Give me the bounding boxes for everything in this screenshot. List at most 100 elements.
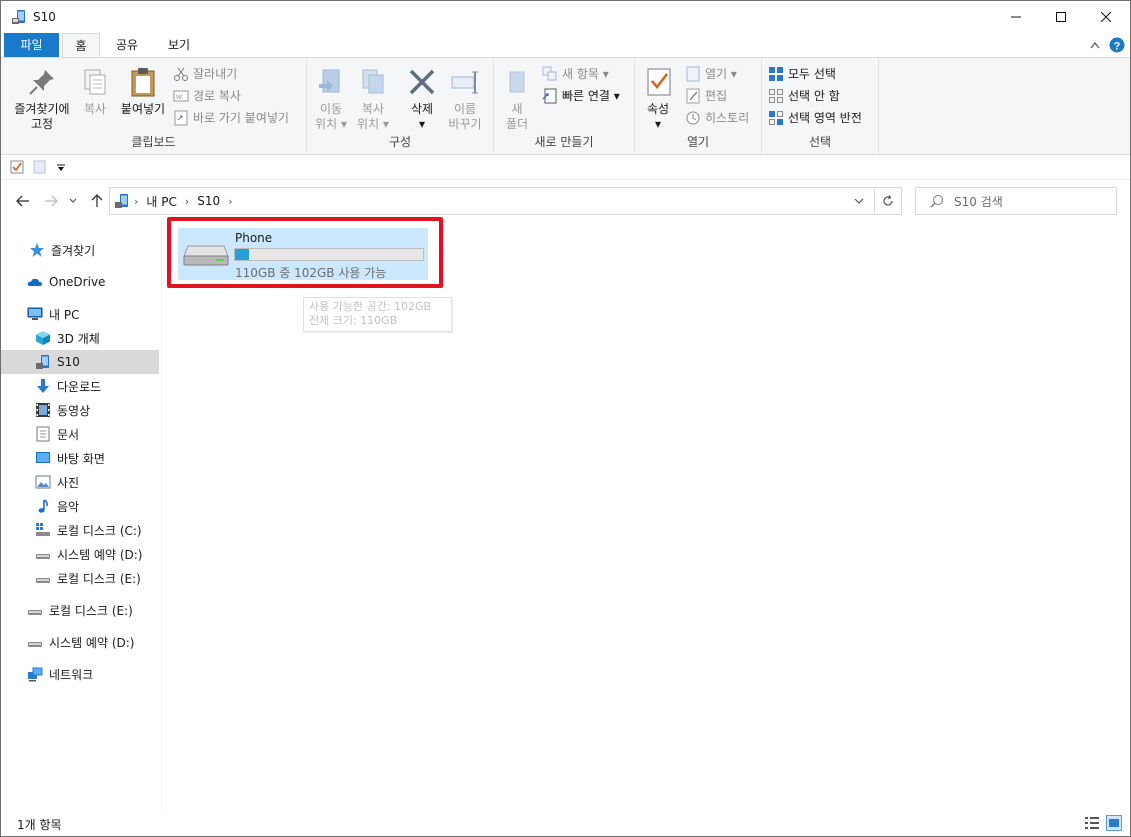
new-folder-qat-icon[interactable] — [33, 160, 47, 174]
nav-desktop[interactable]: 바탕 화면 — [1, 446, 159, 470]
network-icon — [28, 667, 43, 682]
breadcrumb-s10[interactable]: S10 — [197, 194, 220, 208]
nav-label: 동영상 — [57, 403, 91, 418]
cut-button[interactable]: 잘라내기 — [173, 64, 237, 84]
edit-icon — [686, 88, 700, 104]
nav-local-disk-e[interactable]: 로컬 디스크 (E:) — [1, 566, 159, 590]
open-button[interactable]: 열기 ▾ — [685, 64, 737, 84]
system-drive-icon — [36, 523, 50, 536]
phone-device-icon — [12, 10, 25, 24]
invert-selection-icon — [769, 111, 783, 125]
back-arrow-icon — [16, 195, 29, 207]
paste-shortcut-button[interactable]: 바로 가기 붙여넣기 — [173, 108, 289, 128]
nav-local-disk-c[interactable]: 로컬 디스크 (C:) — [1, 518, 159, 542]
forward-button[interactable] — [41, 191, 61, 211]
nav-reserved-d[interactable]: 시스템 예약 (D:) — [1, 542, 159, 566]
edit-button[interactable]: 편집 — [685, 86, 727, 106]
cut-label: 잘라내기 — [193, 67, 238, 81]
nav-music[interactable]: 음악 — [1, 494, 159, 518]
up-button[interactable] — [87, 191, 107, 211]
customize-qat-icon[interactable] — [57, 164, 65, 172]
recent-locations-button[interactable] — [67, 191, 79, 211]
rename-label-2: 바꾸기 — [448, 117, 482, 131]
open-label: 열기 — [705, 67, 728, 81]
paste-button[interactable]: 붙여넣기 — [117, 66, 169, 117]
highlight-box — [167, 217, 443, 288]
close-button[interactable] — [1083, 1, 1129, 33]
navigation-pane: 즐겨찾기 OneDrive 내 PC 3D 개체 S10 다운로드 동영상 문서… — [1, 223, 162, 809]
move-label-2: 위치 — [315, 117, 338, 131]
large-icons-view-icon[interactable] — [1106, 815, 1122, 831]
delete-button[interactable]: 삭제 ▾ — [405, 66, 439, 132]
star-icon — [30, 243, 44, 257]
copy-icon — [84, 69, 106, 95]
move-to-button[interactable]: 이동 위치 ▾ — [313, 66, 349, 132]
nav-label: 시스템 예약 (D:) — [49, 635, 135, 650]
details-view-icon[interactable] — [1084, 816, 1100, 830]
svg-text:W:: W: — [176, 95, 184, 101]
pin-icon — [29, 70, 54, 95]
rename-button[interactable]: 이름 바꾸기 — [445, 66, 485, 132]
nav-pictures[interactable]: 사진 — [1, 470, 159, 494]
tab-home[interactable]: 홈 — [62, 33, 100, 58]
nav-this-pc[interactable]: 내 PC — [1, 302, 159, 326]
invert-selection-label: 선택 영역 반전 — [788, 111, 862, 125]
tab-file[interactable]: 파일 — [4, 33, 59, 57]
refresh-button[interactable] — [874, 187, 902, 215]
minimize-icon — [1011, 16, 1021, 18]
nav-onedrive[interactable]: OneDrive — [1, 270, 159, 294]
invert-selection-button[interactable]: 선택 영역 반전 — [768, 108, 862, 128]
back-button[interactable] — [13, 191, 33, 211]
select-none-icon — [769, 89, 783, 103]
nav-label: 음악 — [57, 499, 80, 514]
nav-label: 로컬 디스크 (C:) — [57, 523, 142, 538]
breadcrumb-this-pc[interactable]: 내 PC — [146, 193, 176, 210]
tab-view[interactable]: 보기 — [156, 33, 202, 57]
desktop-icon — [36, 452, 50, 463]
easy-access-button[interactable]: 빠른 연결 ▾ — [542, 86, 620, 106]
nav-videos[interactable]: 동영상 — [1, 398, 159, 422]
copy-button[interactable]: 복사 — [78, 66, 112, 117]
maximize-button[interactable] — [1038, 1, 1084, 33]
search-box[interactable]: S10 검색 — [915, 187, 1117, 215]
tooltip-free-space: 사용 가능한 공간: 102GB — [309, 300, 432, 313]
nav-documents[interactable]: 문서 — [1, 422, 159, 446]
pin-quick-access-button[interactable]: 즐겨찾기에 고정 — [9, 66, 75, 132]
delete-x-icon — [409, 69, 435, 95]
history-button[interactable]: 히스토리 — [685, 108, 749, 128]
address-dropdown-icon[interactable] — [854, 198, 864, 205]
new-item-button[interactable]: 새 항목 ▾ — [542, 64, 609, 84]
nav-3d-objects[interactable]: 3D 개체 — [1, 326, 159, 350]
properties-button[interactable]: 속성 ▾ — [643, 66, 673, 132]
svg-text:?: ? — [1114, 41, 1121, 53]
nav-local-disk-e-2[interactable]: 로컬 디스크 (E:) — [1, 598, 159, 622]
drive-tooltip: 사용 가능한 공간: 102GB 전체 크기: 110GB — [303, 297, 452, 332]
nav-network[interactable]: 네트워크 — [1, 662, 159, 686]
copy-label: 복사 — [83, 102, 107, 116]
address-bar[interactable]: › 내 PC › S10 › — [109, 187, 875, 215]
tab-share[interactable]: 공유 — [104, 33, 150, 57]
new-folder-button[interactable]: 새 폴더 — [502, 66, 532, 132]
nav-downloads[interactable]: 다운로드 — [1, 374, 159, 398]
nav-label: 3D 개체 — [57, 331, 100, 346]
breadcrumb-separator[interactable]: › — [134, 195, 138, 208]
select-none-button[interactable]: 선택 안 함 — [768, 86, 840, 106]
nav-reserved-d-2[interactable]: 시스템 예약 (D:) — [1, 630, 159, 654]
minimize-button[interactable] — [993, 1, 1039, 33]
collapse-ribbon-icon[interactable] — [1090, 41, 1100, 49]
search-placeholder: S10 검색 — [954, 194, 1003, 209]
help-icon[interactable]: ? — [1109, 37, 1125, 53]
nav-quick-access[interactable]: 즐겨찾기 — [1, 238, 159, 262]
breadcrumb-separator[interactable]: › — [228, 195, 232, 208]
close-icon — [1101, 12, 1111, 22]
copy-to-button[interactable]: 복사 위치 ▾ — [355, 66, 391, 132]
breadcrumb-separator[interactable]: › — [185, 195, 189, 208]
copy-path-label: 경로 복사 — [193, 89, 241, 103]
paste-shortcut-label: 바로 가기 붙여넣기 — [193, 111, 289, 125]
nav-s10[interactable]: S10 — [1, 350, 159, 374]
copy-path-button[interactable]: W: 경로 복사 — [173, 86, 241, 106]
title-bar: S10 — [1, 1, 1130, 33]
select-all-button[interactable]: 모두 선택 — [768, 64, 836, 84]
select-group: 모두 선택 선택 안 함 선택 영역 반전 선택 — [762, 58, 879, 154]
properties-qat-icon[interactable] — [10, 160, 24, 174]
